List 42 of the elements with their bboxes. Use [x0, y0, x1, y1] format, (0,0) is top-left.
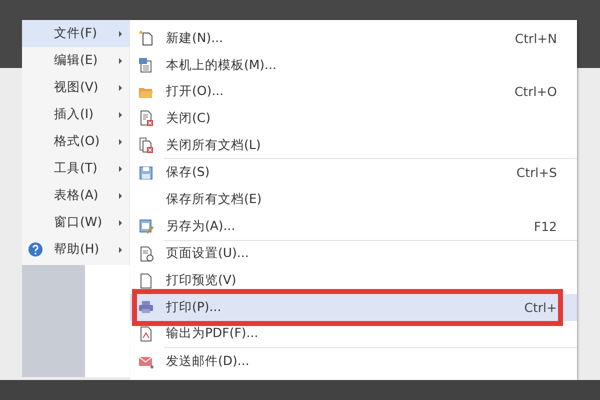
menu-item[interactable]: 新建(N)... Ctrl+N: [130, 25, 577, 52]
save-as-icon: [138, 218, 154, 234]
submenu-arrow-icon: [119, 246, 122, 252]
close-documents-icon: [138, 137, 154, 154]
menu-item[interactable]: 格式(O): [22, 128, 130, 155]
menu-item[interactable]: 打印预览(V): [130, 267, 577, 294]
submenu-arrow-icon: [119, 58, 122, 64]
printer-icon: [138, 299, 154, 316]
submenu-arrow-icon: [119, 138, 122, 144]
menu-item[interactable]: 插入(I): [22, 101, 130, 128]
new-file-icon: [138, 30, 154, 46]
menu-item[interactable]: 页面设置(U)...: [130, 240, 577, 268]
menu-item[interactable]: 关闭所有文档(L): [130, 132, 577, 158]
submenu-arrow-icon: [119, 112, 122, 118]
menu-item[interactable]: 本机上的模板(M)...: [130, 52, 577, 78]
menu-item[interactable]: 工具(T): [22, 155, 130, 182]
menu-item[interactable]: 帮助(H): [22, 236, 130, 263]
menu-item[interactable]: 视图(V): [22, 74, 130, 101]
template-icon: [138, 57, 154, 74]
submenu-arrow-icon: [119, 192, 122, 198]
submenu-arrow-icon: [119, 166, 122, 172]
menu-item[interactable]: 保存所有文档(E): [130, 186, 577, 213]
menu-item[interactable]: 窗口(W): [22, 209, 130, 236]
preview-icon: [138, 272, 154, 289]
menu-item[interactable]: 关闭(C): [130, 105, 577, 132]
close-document-icon: [138, 110, 154, 126]
menu-item[interactable]: 保存(S) Ctrl+S: [130, 159, 577, 186]
submenu-arrow-icon: [119, 220, 122, 226]
save-icon: [138, 164, 154, 181]
pdf-document-icon: [138, 326, 154, 342]
menu-item[interactable]: 编辑(E): [22, 47, 130, 74]
submenu-arrow-icon: [119, 30, 122, 36]
page-settings-icon: [138, 246, 154, 262]
menu-item[interactable]: 发送邮件(D)...: [130, 348, 577, 375]
menu-item[interactable]: 输出为PDF(F)...: [130, 320, 577, 348]
menu-item[interactable]: 打印(P)... Ctrl+: [130, 294, 577, 321]
menu-item[interactable]: 打开(O)... Ctrl+O: [130, 78, 577, 106]
help-icon: [28, 242, 43, 257]
menu-item[interactable]: 另存为(A)... F12: [130, 212, 577, 240]
menu-item[interactable]: 文件(F): [22, 20, 130, 47]
menu-item[interactable]: 表格(A): [22, 182, 130, 209]
submenu-arrow-icon: [119, 84, 122, 90]
